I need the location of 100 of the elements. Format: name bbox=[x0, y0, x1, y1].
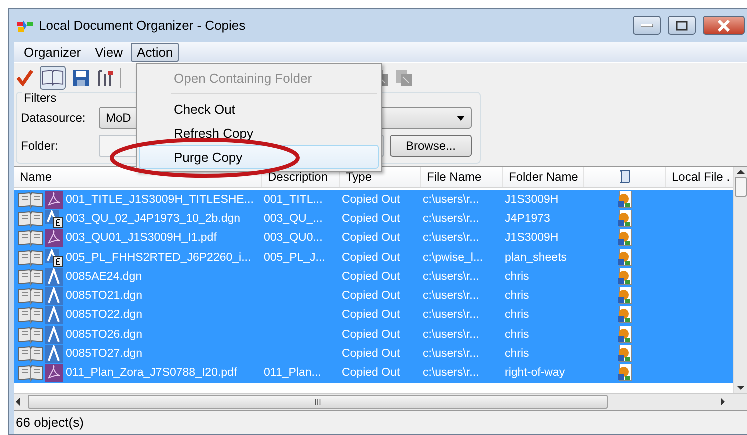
table-cell-text: Copied Out bbox=[341, 232, 402, 244]
tools-icon[interactable] bbox=[96, 68, 114, 86]
column-header[interactable]: File Name bbox=[421, 167, 503, 187]
document-status-icon bbox=[617, 268, 633, 286]
book-icon[interactable] bbox=[40, 66, 66, 90]
document-status-icon bbox=[617, 364, 633, 382]
table-cell-text: c:\users\r... bbox=[422, 270, 480, 283]
table-cell-text: 0085AE24.dgn bbox=[65, 270, 144, 283]
book-icon bbox=[18, 345, 44, 364]
drawing-file-icon bbox=[45, 210, 63, 228]
table-cell-text: Copied Out bbox=[341, 367, 402, 380]
menu-item[interactable]: Organizer bbox=[18, 42, 88, 62]
book-icon bbox=[18, 210, 44, 228]
table-cell-text: 0085TO21.dgn bbox=[65, 290, 144, 302]
dropdown-arrow-icon bbox=[457, 116, 465, 120]
table-cell-text: 003_QU0... bbox=[263, 232, 324, 244]
scroll-right-icon[interactable] bbox=[719, 397, 727, 407]
menu-item[interactable]: Action bbox=[131, 42, 180, 62]
document-status-icon bbox=[617, 229, 633, 248]
table-cell-text: 001_TITL... bbox=[263, 194, 324, 206]
table-cell-text: 005_PL_FHHS2RTED_J6P2260_i... bbox=[65, 252, 252, 264]
book-icon bbox=[18, 190, 44, 209]
drawing-file-icon bbox=[45, 345, 63, 364]
table-cell-text: chris bbox=[504, 270, 530, 283]
document-status-icon bbox=[617, 248, 633, 267]
close-button[interactable] bbox=[703, 16, 745, 35]
document-status-icon bbox=[617, 190, 633, 209]
table-cell-text: 001_TITLE_J1S3009H_TITLESHE... bbox=[65, 194, 255, 206]
scrollbar-grip: III bbox=[314, 398, 322, 406]
table-cell-text: 003_QU_02_J4P1973_10_2b.dgn bbox=[65, 212, 242, 225]
table-cell-text: Copied Out bbox=[341, 212, 402, 225]
table-cell-text: Copied Out bbox=[341, 328, 402, 341]
table-cell-text: plan_sheets bbox=[504, 252, 568, 264]
drawing-file-icon bbox=[45, 326, 63, 344]
book-icon bbox=[18, 364, 44, 382]
table-cell-text: Copied Out bbox=[341, 309, 402, 322]
book-icon bbox=[18, 306, 44, 324]
document-status-icon bbox=[617, 326, 633, 344]
book-icon bbox=[18, 229, 44, 248]
menu-item[interactable]: View bbox=[89, 42, 130, 62]
table-cell-text: c:\users\r... bbox=[422, 290, 480, 302]
pdf-file-icon bbox=[45, 229, 63, 248]
table-cell-text: chris bbox=[504, 309, 530, 322]
table-cell-text: c:\users\r... bbox=[422, 309, 480, 322]
scroll-left-icon[interactable] bbox=[14, 397, 22, 407]
table-cell-text: c:\users\r... bbox=[422, 194, 480, 206]
column-header[interactable]: Folder Name bbox=[503, 167, 584, 187]
pdf-file-icon bbox=[45, 190, 63, 209]
horizontal-scrollbar[interactable]: III bbox=[14, 393, 747, 410]
scroll-down-icon[interactable] bbox=[736, 383, 744, 393]
minimize-button[interactable] bbox=[633, 16, 661, 35]
book-icon bbox=[18, 248, 44, 267]
table-cell-text: 011_Plan... bbox=[263, 367, 322, 380]
table-cell-text: 011_Plan_Zora_J7S0788_I20.pdf bbox=[65, 367, 238, 380]
menu-option[interactable]: Refresh Copy bbox=[139, 121, 379, 145]
browse-button[interactable]: Browse... bbox=[390, 135, 472, 157]
table-cell-text: chris bbox=[504, 348, 530, 360]
book-icon bbox=[18, 268, 44, 286]
save-icon[interactable] bbox=[72, 68, 90, 86]
table-cell-text: Copied Out bbox=[341, 194, 402, 206]
table-cell-text: c:\users\r... bbox=[422, 232, 480, 244]
menu-option[interactable]: Check Out bbox=[139, 97, 379, 121]
check-mark-icon[interactable] bbox=[16, 68, 34, 86]
menu-option[interactable]: Purge Copy bbox=[139, 145, 379, 169]
close-icon bbox=[717, 20, 731, 32]
document-status-icon bbox=[617, 210, 633, 228]
document-status-icon bbox=[617, 345, 633, 364]
table-cell-text: 0085TO22.dgn bbox=[65, 309, 144, 322]
table-cell-text: Copied Out bbox=[341, 348, 402, 360]
drawing-file-icon bbox=[45, 306, 63, 324]
table-cell-text: J4P1973 bbox=[504, 212, 552, 225]
table-cell-text: right-of-way bbox=[504, 367, 566, 380]
table-cell-text: Copied Out bbox=[341, 290, 402, 302]
document-status-icon bbox=[617, 287, 633, 306]
vertical-scrollbar[interactable] bbox=[733, 167, 747, 393]
field-label: Folder: bbox=[21, 139, 60, 153]
table-cell-text: 005_PL_J... bbox=[263, 252, 326, 264]
table-cell-text: J1S3009H bbox=[504, 232, 560, 244]
group-title: Filters bbox=[22, 91, 59, 105]
scroll-up-icon[interactable] bbox=[736, 167, 744, 177]
scroll-icon bbox=[618, 170, 632, 184]
table-cell-text: Copied Out bbox=[341, 270, 402, 283]
table-cell-text: Copied Out bbox=[341, 252, 402, 264]
table-cell-text: c:\users\r... bbox=[422, 328, 480, 341]
table-cell-text: c:\users\r... bbox=[422, 348, 480, 360]
table-cell-text: chris bbox=[504, 328, 530, 341]
table-cell-text: 0085TO26.dgn bbox=[65, 328, 144, 341]
pdf-file-icon bbox=[45, 364, 63, 382]
maximize-icon bbox=[676, 20, 688, 30]
table-cell-text: chris bbox=[504, 290, 530, 302]
table-cell-text: J1S3009H bbox=[504, 194, 560, 206]
scroll-thumb[interactable] bbox=[734, 177, 746, 197]
field-label: Datasource: bbox=[21, 111, 87, 125]
table-cell-text: c:\pwise_l... bbox=[422, 252, 484, 264]
table-cell-text: 003_QU_... bbox=[263, 212, 324, 225]
drawing-file-icon bbox=[45, 268, 63, 286]
app-logo-icon bbox=[16, 18, 34, 32]
table-cell-text: 003_QU01_J1S3009H_I1.pdf bbox=[65, 232, 218, 244]
maximize-button[interactable] bbox=[668, 16, 696, 35]
table-cell-text: c:\users\r... bbox=[422, 367, 480, 380]
